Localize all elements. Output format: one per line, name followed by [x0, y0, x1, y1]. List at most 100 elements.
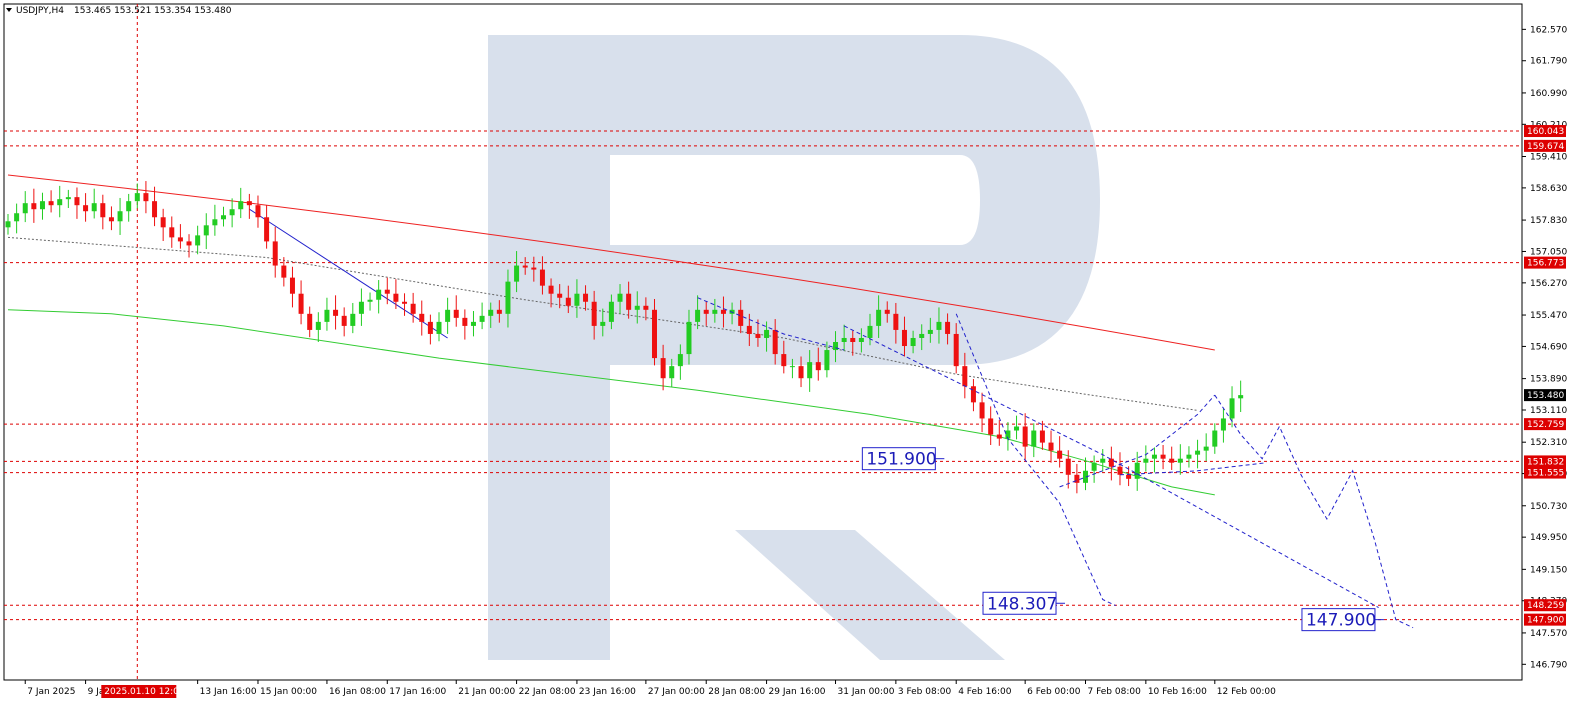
- candle-bear: [108, 217, 114, 222]
- x-tick-label: 12 Feb 00:00: [1217, 687, 1276, 697]
- candle-bear: [970, 386, 976, 403]
- candle-bear: [1117, 466, 1123, 475]
- candle-bear: [781, 354, 787, 367]
- candle-bull: [1143, 458, 1149, 463]
- x-tick-label: 17 Jan 16:00: [389, 687, 446, 697]
- candle-bear: [652, 309, 657, 359]
- watermark-logo: [488, 35, 1100, 660]
- candle-bull: [445, 309, 451, 322]
- x-tick-label: 28 Jan 08:00: [708, 687, 765, 697]
- candle-bear: [341, 315, 347, 326]
- candle-bull: [376, 289, 382, 300]
- y-tick-label: 159.410: [1530, 153, 1567, 163]
- crosshair-time-label: 2025.01.10 12:00: [104, 687, 185, 697]
- candle-bear: [177, 237, 183, 242]
- candle-bull: [608, 301, 614, 322]
- candle-bear: [660, 358, 666, 379]
- x-tick-label: 7 Jan 2025: [27, 687, 75, 697]
- candle-bull: [1151, 454, 1157, 459]
- candle-bull: [1195, 450, 1201, 455]
- candle-bear: [307, 313, 313, 330]
- candle-bear: [565, 297, 571, 306]
- candle-bear: [169, 227, 175, 238]
- candle-bear: [798, 366, 804, 379]
- candle-bear: [298, 293, 304, 314]
- chart-root: 162.570161.790160.990160.210159.410158.6…: [0, 0, 1596, 716]
- candle-bull: [669, 366, 675, 379]
- candle-bear: [1039, 430, 1045, 443]
- candle-bear: [591, 301, 597, 326]
- candle-bear: [83, 205, 89, 212]
- candle-bull: [919, 333, 925, 338]
- candle-bull: [927, 329, 933, 334]
- candle-bear: [531, 267, 537, 270]
- candle-bear: [100, 203, 106, 218]
- candle-bull: [600, 321, 606, 326]
- price-chart[interactable]: 162.570161.790160.990160.210159.410158.6…: [0, 0, 1596, 716]
- x-tick-label: 6 Feb 00:00: [1027, 687, 1081, 697]
- candle-bear: [255, 205, 261, 218]
- candle-bull: [117, 211, 123, 222]
- y-tick-label: 156.270: [1530, 279, 1567, 289]
- candle-bull: [436, 321, 442, 334]
- candle-bear: [539, 269, 545, 286]
- y-tick-label: 162.570: [1530, 25, 1567, 35]
- candle-bear: [1108, 458, 1114, 467]
- candle-bull: [514, 265, 520, 282]
- candle-bull: [195, 235, 201, 246]
- candle-bull: [505, 281, 511, 314]
- candle-bull: [488, 309, 494, 316]
- y-tick-label: 160.990: [1530, 89, 1567, 99]
- candle-bull: [203, 225, 209, 236]
- candle-bull: [686, 321, 692, 355]
- candle-bear: [462, 317, 468, 326]
- candle-bear: [548, 285, 554, 294]
- forecast-main-path: [1214, 394, 1414, 629]
- candle-bear: [1022, 426, 1028, 447]
- candle-bear: [264, 217, 270, 242]
- x-tick-label: 22 Jan 08:00: [519, 687, 576, 697]
- candle-bull: [574, 293, 580, 306]
- candle-bear: [626, 293, 632, 310]
- candle-bull: [470, 321, 476, 326]
- y-tick-label: 150.730: [1530, 502, 1567, 512]
- candle-bear: [746, 325, 752, 334]
- candle-bull: [1134, 462, 1140, 479]
- level-price-label: 151.832: [1527, 457, 1564, 467]
- candle-bear: [1126, 474, 1132, 479]
- candle-bear: [453, 309, 459, 318]
- candle-bull: [876, 309, 882, 326]
- candle-bear: [1169, 458, 1175, 463]
- candle-bear: [333, 309, 339, 316]
- dropdown-icon[interactable]: [6, 8, 12, 12]
- x-tick-label: 27 Jan 00:00: [648, 687, 705, 697]
- candle-bear: [755, 333, 761, 338]
- candle-bull: [57, 199, 63, 206]
- candle-bull: [867, 325, 873, 338]
- candle-bull: [1177, 458, 1183, 463]
- candle-bull: [1186, 454, 1192, 459]
- candle-bull: [841, 337, 847, 342]
- candle-bull: [1203, 446, 1209, 451]
- candle-bull: [858, 337, 864, 342]
- level-price-label: 156.773: [1527, 259, 1564, 269]
- symbol-label: USDJPY,H4: [16, 6, 64, 16]
- candle-bear: [427, 321, 433, 334]
- candle-bear: [815, 362, 821, 371]
- x-tick-label: 15 Jan 00:00: [260, 687, 317, 697]
- candle-bear: [557, 293, 563, 298]
- candle-bull: [617, 293, 623, 302]
- y-tick-label: 158.630: [1530, 184, 1567, 194]
- y-tick-label: 153.110: [1530, 406, 1567, 416]
- candle-bull: [1091, 462, 1097, 471]
- x-tick-label: 23 Jan 16:00: [579, 687, 636, 697]
- candle-bull: [833, 342, 839, 351]
- candle-bear: [979, 402, 985, 419]
- candle-bear: [143, 193, 149, 202]
- x-tick-label: 3 Feb 08:00: [898, 687, 952, 697]
- x-tick-label: 4 Feb 16:00: [958, 687, 1012, 697]
- candle-bear: [1048, 442, 1054, 451]
- candle-bear: [988, 418, 994, 435]
- candle-bear: [893, 313, 899, 330]
- x-tick-label: 10 Feb 16:00: [1148, 687, 1207, 697]
